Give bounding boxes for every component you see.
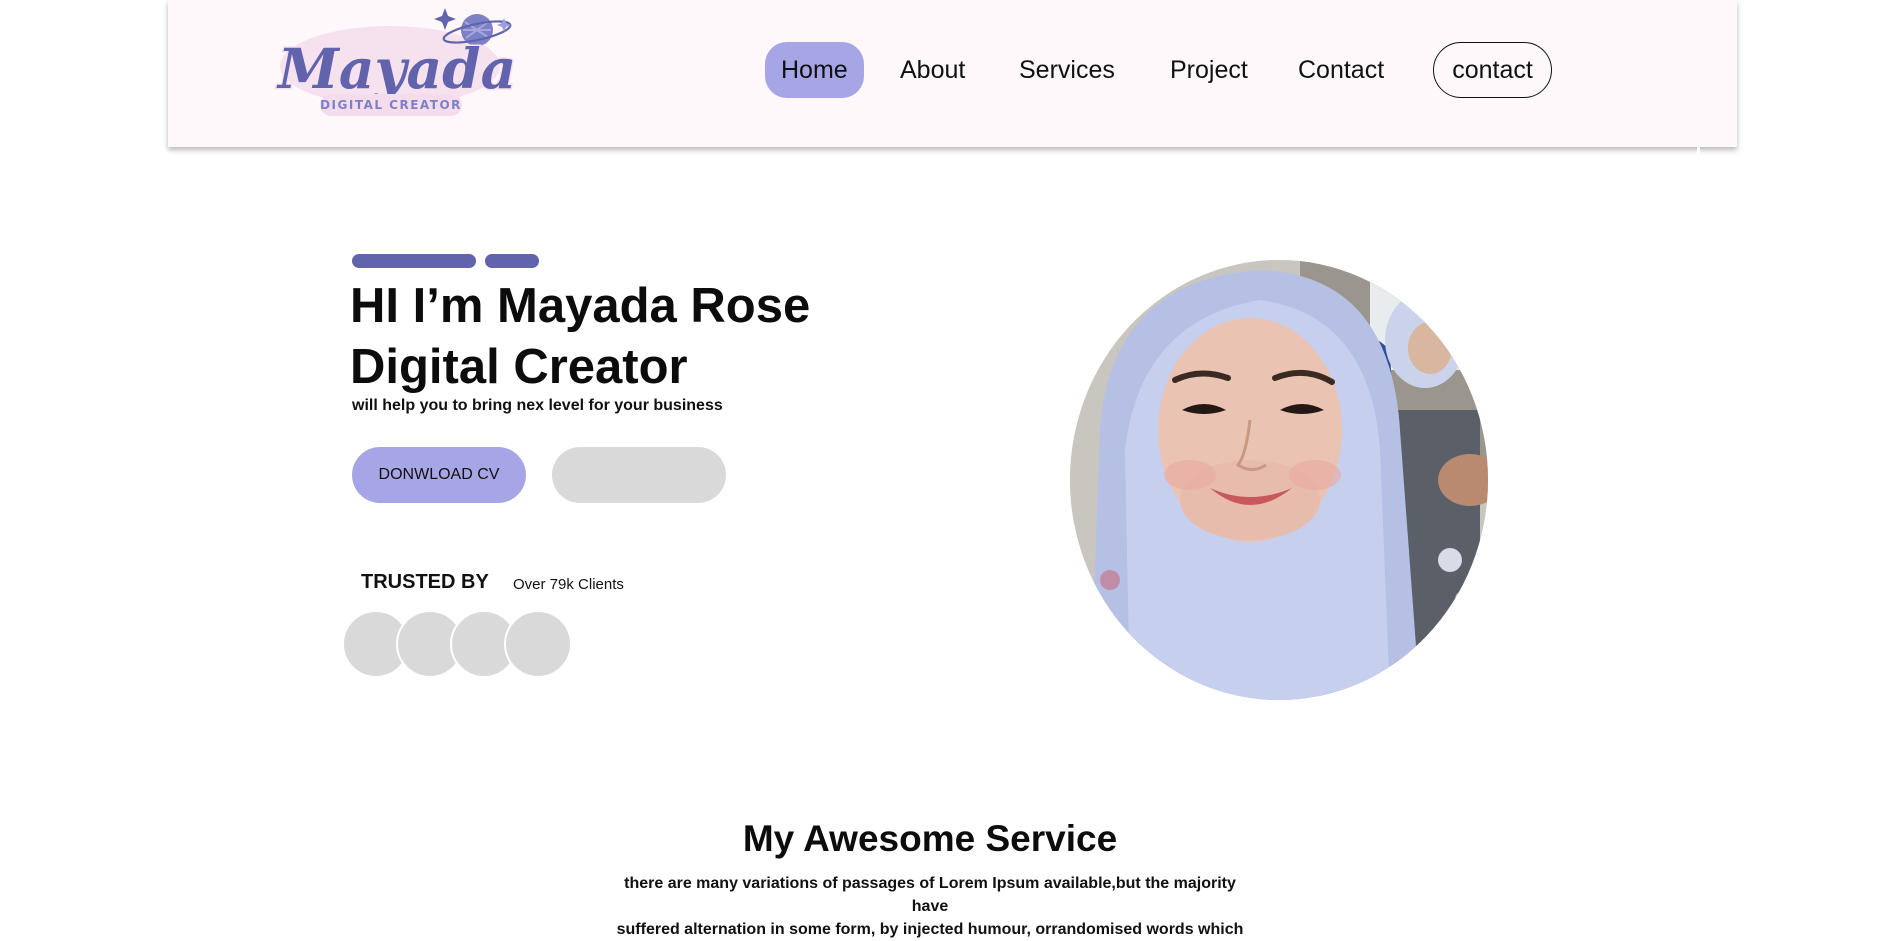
svg-text:DIGITAL CREATOR: DIGITAL CREATOR	[320, 98, 462, 112]
nav-item-services[interactable]: Services	[1019, 42, 1115, 98]
nav-item-about[interactable]: About	[900, 42, 965, 98]
nav-item-contact[interactable]: Contact	[1298, 42, 1384, 98]
trusted-by-label: TRUSTED BY	[361, 571, 489, 593]
clients-count: Over 79k Clients	[513, 576, 624, 593]
accent-bar-long	[352, 254, 476, 268]
svg-text:Mayada: Mayada	[276, 36, 516, 101]
nav-item-project[interactable]: Project	[1170, 42, 1248, 98]
hero-title-line2: Digital Creator	[350, 340, 688, 394]
services-description: there are many variations of passages of…	[600, 872, 1260, 941]
services-description-line: have	[911, 898, 949, 915]
secondary-button[interactable]	[552, 447, 726, 503]
services-description-line: suffered alternation in some form, by in…	[616, 921, 1244, 938]
header-divider	[1697, 147, 1700, 153]
services-title: My Awesome Service	[742, 818, 1118, 859]
download-cv-button[interactable]: DONWLOAD CV	[352, 447, 526, 503]
nav-item-home[interactable]: Home	[765, 42, 864, 98]
services-description-line: there are many variations of passages of…	[624, 875, 1236, 892]
client-avatar	[504, 610, 572, 678]
hero-title-line1: HI I’m Mayada Rose	[350, 279, 811, 333]
accent-bar-short	[485, 254, 539, 268]
hero-title: HI I’m Mayada Rose Digital Creator	[350, 276, 810, 398]
profile-photo	[1070, 260, 1488, 700]
hero-subtitle: will help you to bring nex level for you…	[352, 397, 723, 414]
contact-button[interactable]: contact	[1433, 42, 1552, 98]
brand-logo[interactable]: Mayada DIGITAL CREATOR	[270, 0, 540, 122]
